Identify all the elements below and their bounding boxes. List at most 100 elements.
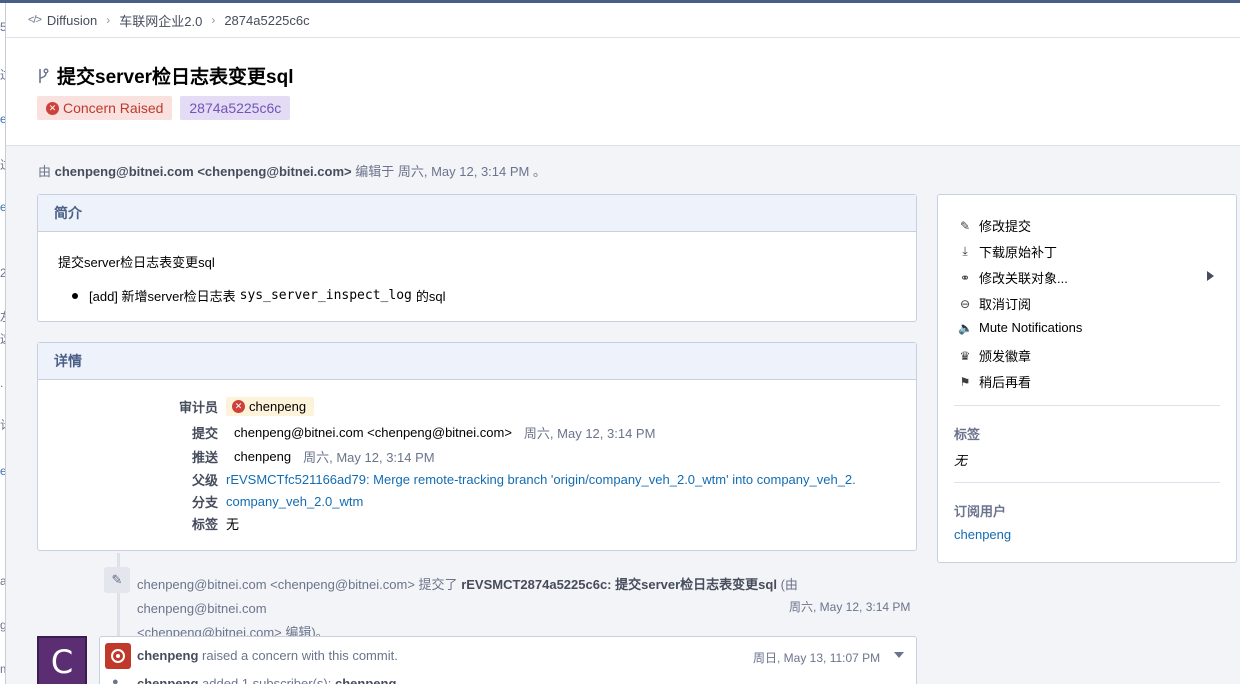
status-badge: ✕ Concern Raised	[37, 96, 173, 120]
sidebar-tags-value: 无	[954, 453, 968, 468]
sidebar-subscribers-heading: 订阅用户	[954, 504, 1007, 519]
authored-suffix: 。	[532, 164, 546, 179]
bullet-code: sys_server_inspect_log	[239, 288, 412, 303]
link-icon: ⚭	[959, 270, 971, 285]
commit-hash-badge: 2874a5225c6c	[180, 96, 291, 120]
breadcrumb-commit[interactable]: 2874a5225c6c	[224, 13, 309, 28]
parent-commit-link[interactable]: rEVSMCTfc521166ad79: Merge remote-tracki…	[226, 472, 856, 487]
bullet-text-post: 的sql	[415, 289, 446, 304]
branch-link[interactable]: company_veh_2.0_wtm	[226, 494, 363, 509]
event-timestamp[interactable]: 周六, May 12, 3:14 PM	[789, 598, 910, 615]
breadcrumb-repository[interactable]: 车联网企业2.0	[119, 11, 202, 30]
branch-row: 分支 company_veh_2.0_wtm	[38, 492, 363, 511]
push-user: chenpeng	[234, 449, 292, 464]
action-award-badge[interactable]: ♛ 颁发徽章	[958, 346, 1031, 365]
edge-char: .	[0, 376, 4, 390]
action-download-patch[interactable]: ⤓ 下载原始补丁	[958, 242, 1057, 261]
action-label: 颁发徽章	[979, 349, 1032, 364]
divider	[954, 482, 1220, 483]
parent-row: 父级 rEVSMCTfc521166ad79: Merge remote-tra…	[38, 470, 856, 489]
x-circle-icon: ✕	[46, 101, 59, 115]
branch-icon	[39, 68, 49, 83]
summary-panel: 简介 提交server检日志表变更sql [add] 新增server检日志表 …	[37, 194, 917, 322]
event-timestamp[interactable]: 周日, May 13, 11:07 PM	[753, 649, 880, 666]
push-label: 推送	[191, 450, 218, 465]
edge-char: 这	[0, 333, 5, 345]
authored-prefix: 由	[38, 164, 52, 179]
commit-author: chenpeng@bitnei.com <chenpeng@bitnei.com…	[234, 425, 512, 440]
reviewer-name: chenpeng	[249, 399, 307, 414]
chevron-right-icon: ›	[211, 13, 216, 27]
action-unsubscribe[interactable]: ⊖ 取消订阅	[958, 294, 1031, 313]
event-subscriber-text: chenpeng added 1 subscriber(s): chenpeng	[137, 676, 396, 684]
code-icon: </>	[28, 14, 42, 26]
commit-message: 提交server检日志表变更sql	[58, 255, 215, 270]
action-edit-related[interactable]: ⚭ 修改关联对象...	[958, 268, 1068, 287]
download-icon: ⤓	[962, 244, 968, 258]
commit-row: 提交 chenpeng@bitnei.com <chenpeng@bitnei.…	[38, 423, 655, 442]
edge-char: 过	[0, 159, 5, 171]
bullet-icon	[72, 292, 78, 299]
push-date: 周六, May 12, 3:14 PM	[303, 450, 435, 465]
parent-label: 父级	[191, 473, 218, 488]
event-sub-actor[interactable]: chenpeng	[137, 676, 198, 684]
commit-label: 提交	[191, 426, 218, 441]
status-badge-label: Concern Raised	[63, 100, 164, 116]
action-label: 下载原始补丁	[979, 245, 1058, 260]
user-icon: ●	[112, 676, 119, 684]
event-commit-link[interactable]: rEVSMCT2874a5225c6c: 提交server检日志表变更sql	[461, 577, 777, 592]
edge-char: 左	[0, 311, 5, 323]
pencil-icon: ✎	[104, 567, 130, 593]
edge-char: e	[0, 465, 5, 477]
page-title: 提交server检日志表变更sql	[57, 67, 294, 88]
summary-heading: 简介	[38, 195, 916, 232]
action-label: 修改提交	[979, 219, 1032, 234]
event-actor: chenpeng@bitnei.com <chenpeng@bitnei.com…	[137, 577, 415, 592]
action-watch-later[interactable]: ⚑ 稍后再看	[958, 372, 1031, 391]
commit-date: 周六, May 12, 3:14 PM	[523, 426, 656, 441]
event-sub-target[interactable]: chenpeng	[335, 676, 396, 684]
bullet-text-pre: [add] 新增server检日志表	[89, 289, 236, 304]
reviewer-chip[interactable]: ✕ chenpeng	[226, 397, 315, 416]
edge-char: a	[0, 575, 5, 587]
action-mute-notifications[interactable]: 🔈 Mute Notifications	[958, 320, 1082, 335]
submenu-arrow-icon[interactable]	[1207, 271, 1214, 281]
x-circle-icon: ✕	[232, 400, 245, 413]
authored-date: 周六, May 12, 3:14 PM	[397, 164, 530, 179]
authored-middle: 编辑于	[355, 164, 395, 179]
actions-sidebar: ✎ 修改提交 ⤓ 下载原始补丁 ⚭ 修改关联对象... ⊖ 取消订阅 🔈 Mut…	[937, 194, 1237, 563]
push-row: 推送 chenpeng 周六, May 12, 3:14 PM	[38, 447, 435, 466]
event-sub-text: added 1 subscriber(s):	[202, 676, 332, 684]
tags-row: 标签 无	[38, 514, 239, 533]
minus-circle-icon: ⊖	[959, 296, 971, 311]
breadcrumb: </> Diffusion › 车联网企业2.0 › 2874a5225c6c	[6, 3, 1240, 38]
action-edit-commit[interactable]: ✎ 修改提交	[958, 216, 1031, 235]
trophy-icon: ♛	[959, 348, 971, 363]
edge-char: 2	[0, 267, 5, 279]
details-heading: 详情	[38, 343, 916, 380]
flag-icon: ⚑	[959, 374, 971, 389]
reviewer-row: 审计员 ✕ chenpeng	[38, 397, 315, 416]
sidebar-tags-heading: 标签	[954, 427, 981, 442]
avatar[interactable]: C	[37, 636, 87, 684]
concern-icon	[105, 643, 131, 669]
action-label: Mute Notifications	[979, 320, 1083, 335]
commit-message-bullet: [add] 新增server检日志表 sys_server_inspect_lo…	[72, 286, 445, 305]
divider	[954, 405, 1220, 406]
chevron-down-icon[interactable]	[894, 652, 904, 658]
breadcrumb-diffusion[interactable]: Diffusion	[47, 13, 97, 28]
subscriber-link[interactable]: chenpeng	[954, 527, 1011, 542]
volume-icon: 🔈	[958, 320, 973, 335]
event-verb: 提交了	[418, 577, 458, 592]
edge-char: 计	[0, 419, 5, 431]
tags-label: 标签	[191, 517, 218, 532]
action-label: 稍后再看	[979, 375, 1032, 390]
action-label: 取消订阅	[979, 297, 1032, 312]
event-description: raised a concern with this commit.	[202, 648, 398, 663]
commit-hash-label: 2874a5225c6c	[189, 100, 282, 116]
page-header: 提交server检日志表变更sql ✕ Concern Raised 2874a…	[6, 38, 1240, 146]
pencil-icon: ✎	[959, 218, 971, 233]
details-panel: 详情 审计员 ✕ chenpeng 提交 chenpeng@bitnei.com…	[37, 342, 917, 551]
edge-char: e	[0, 201, 5, 213]
event-actor-link[interactable]: chenpeng	[137, 648, 198, 663]
